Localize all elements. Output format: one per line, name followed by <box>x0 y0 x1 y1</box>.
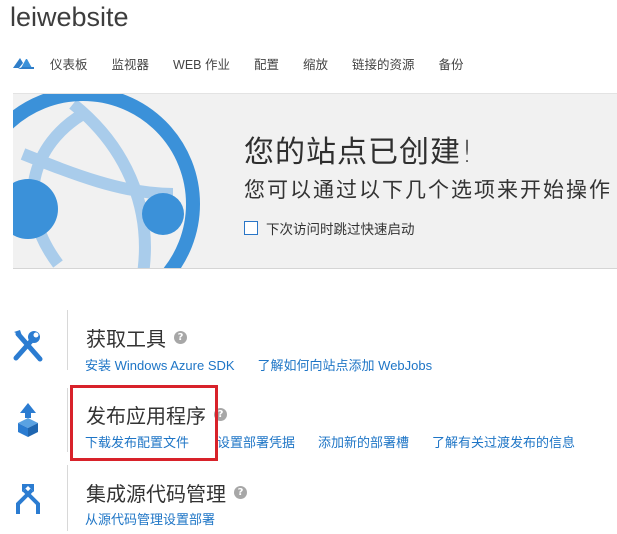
skip-checkbox[interactable] <box>244 221 258 235</box>
section-divider <box>67 310 68 370</box>
source-control-links: 从源代码管理设置部署 <box>85 509 238 528</box>
tab-webjobs[interactable]: WEB 作业 <box>173 54 230 73</box>
tab-scale[interactable]: 缩放 <box>303 54 328 73</box>
section-divider <box>67 465 68 531</box>
add-deployment-slot-link[interactable]: 添加新的部署槽 <box>318 432 409 451</box>
source-control-icon <box>16 484 40 514</box>
install-sdk-link[interactable]: 安装 Windows Azure SDK <box>85 355 235 374</box>
skip-quickstart-option[interactable]: 下次访问时跳过快速启动 <box>244 218 415 238</box>
section-title-text: 集成源代码管理 <box>86 482 226 506</box>
highlight-box <box>70 385 218 461</box>
section-divider <box>67 388 68 452</box>
learn-staged-publishing-link[interactable]: 了解有关过渡发布的信息 <box>432 432 575 451</box>
section-title-source-control: 集成源代码管理 ? <box>86 478 247 507</box>
azure-website-globe-icon <box>13 94 200 268</box>
quickstart-banner: 您的站点已创建! 您可以通过以下几个选项来开始操作 下次访问时跳过快速启动 <box>13 93 617 269</box>
help-icon[interactable]: ? <box>174 331 187 344</box>
set-deployment-credentials-link[interactable]: 设置部署凭据 <box>217 432 295 451</box>
nav-bar: 仪表板 监视器 WEB 作业 配置 缩放 链接的资源 备份 <box>12 52 488 74</box>
section-title-get-tools: 获取工具 ? <box>86 323 187 352</box>
tab-dashboard[interactable]: 仪表板 <box>50 54 88 73</box>
tools-icon <box>13 330 43 362</box>
help-icon[interactable]: ? <box>234 486 247 499</box>
tab-backups[interactable]: 备份 <box>439 54 464 73</box>
skip-label: 下次访问时跳过快速启动 <box>266 222 415 237</box>
tools-links: 安装 Windows Azure SDK 了解如何向站点添加 WebJobs <box>85 355 455 374</box>
publish-upload-icon <box>18 403 38 437</box>
section-title-text: 获取工具 <box>86 327 166 351</box>
azure-cloud-icon[interactable] <box>12 54 36 72</box>
tab-monitor[interactable]: 监视器 <box>112 54 150 73</box>
hero-title: 您的站点已创建! <box>244 135 475 170</box>
tab-configure[interactable]: 配置 <box>254 54 279 73</box>
site-title: leiwebsite <box>10 2 129 32</box>
hero-subtitle: 您可以通过以下几个选项来开始操作 <box>244 178 612 202</box>
setup-deployment-from-source-link[interactable]: 从源代码管理设置部署 <box>85 509 215 528</box>
learn-webjobs-link[interactable]: 了解如何向站点添加 WebJobs <box>258 355 433 374</box>
tab-linked-resources[interactable]: 链接的资源 <box>352 54 415 73</box>
